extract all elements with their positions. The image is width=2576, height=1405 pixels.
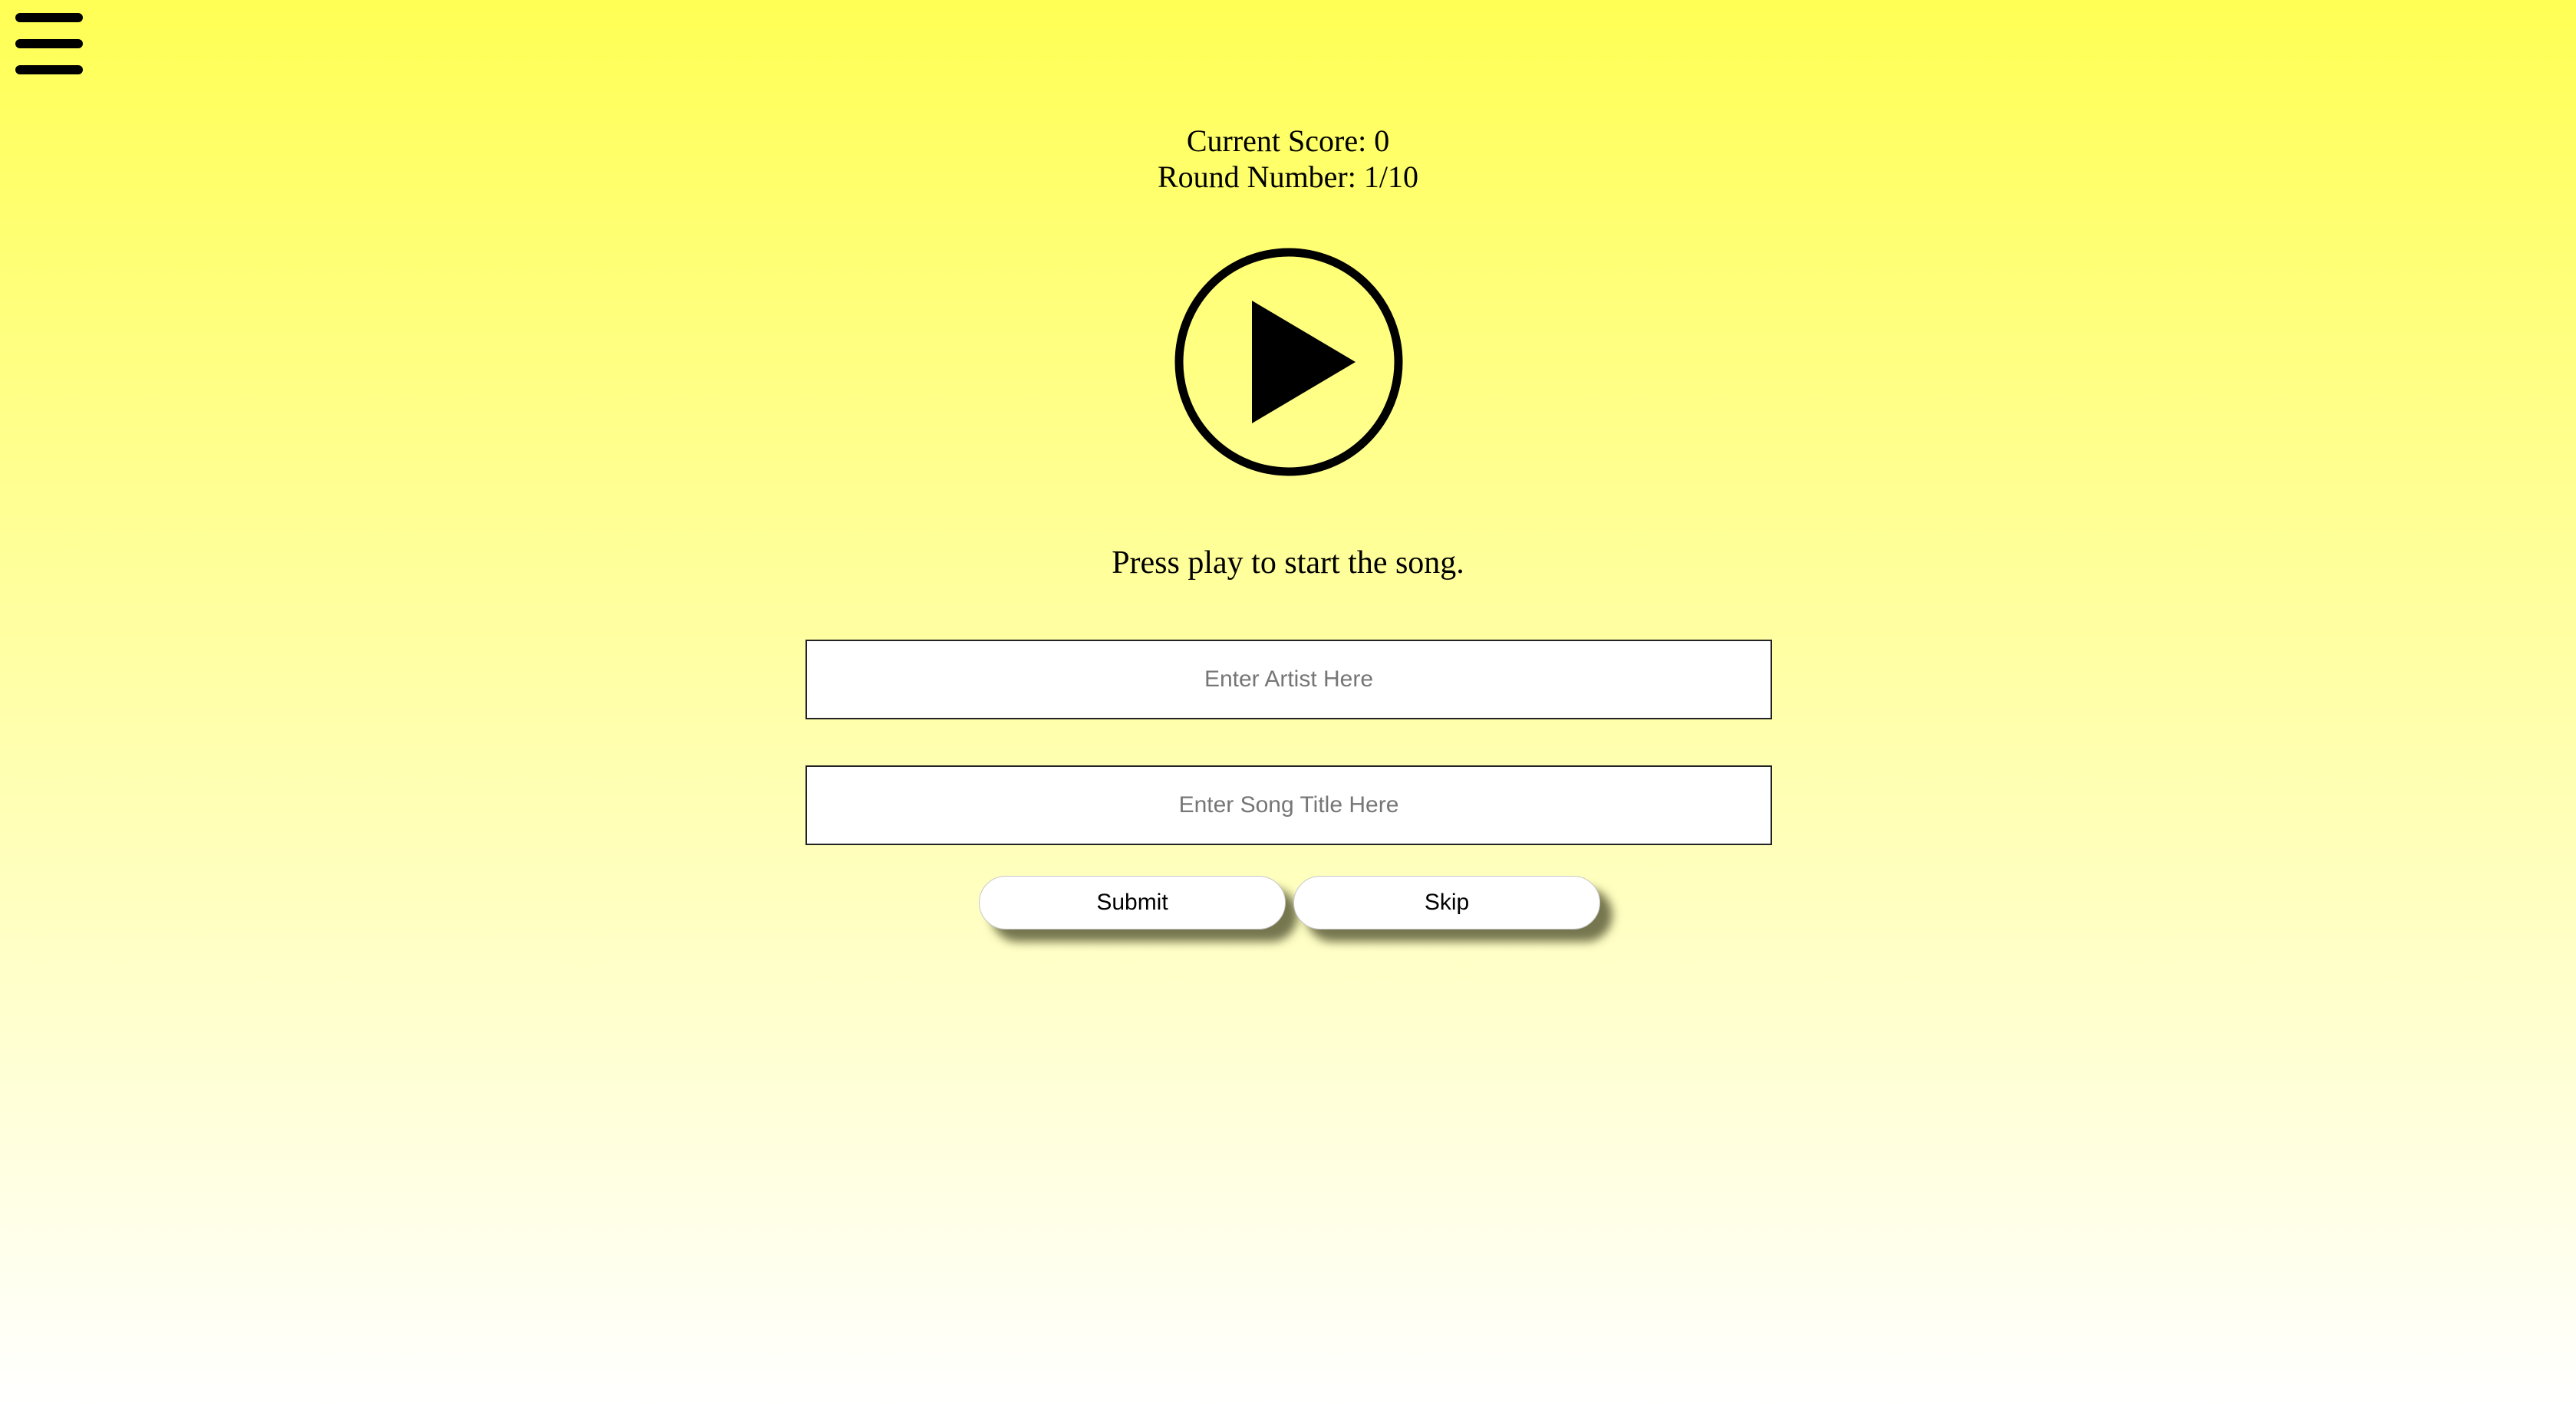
score-panel: Current Score: 0 Round Number: 1/10 bbox=[0, 123, 2576, 195]
status-message: Press play to start the song. bbox=[1112, 545, 1464, 581]
menu-bar bbox=[15, 39, 83, 48]
hamburger-menu-icon[interactable] bbox=[15, 12, 84, 74]
skip-button[interactable]: Skip bbox=[1293, 876, 1600, 930]
song-title-input[interactable] bbox=[805, 765, 1772, 845]
menu-bar bbox=[15, 65, 83, 74]
submit-button[interactable]: Submit bbox=[979, 876, 1286, 930]
current-score: Current Score: 0 bbox=[1186, 123, 1390, 158]
menu-bar bbox=[15, 13, 83, 22]
play-circle-icon bbox=[1174, 248, 1403, 476]
round-number: Round Number: 1/10 bbox=[1158, 160, 1418, 194]
play-button[interactable] bbox=[1174, 247, 1404, 477]
artist-input[interactable] bbox=[805, 640, 1772, 719]
